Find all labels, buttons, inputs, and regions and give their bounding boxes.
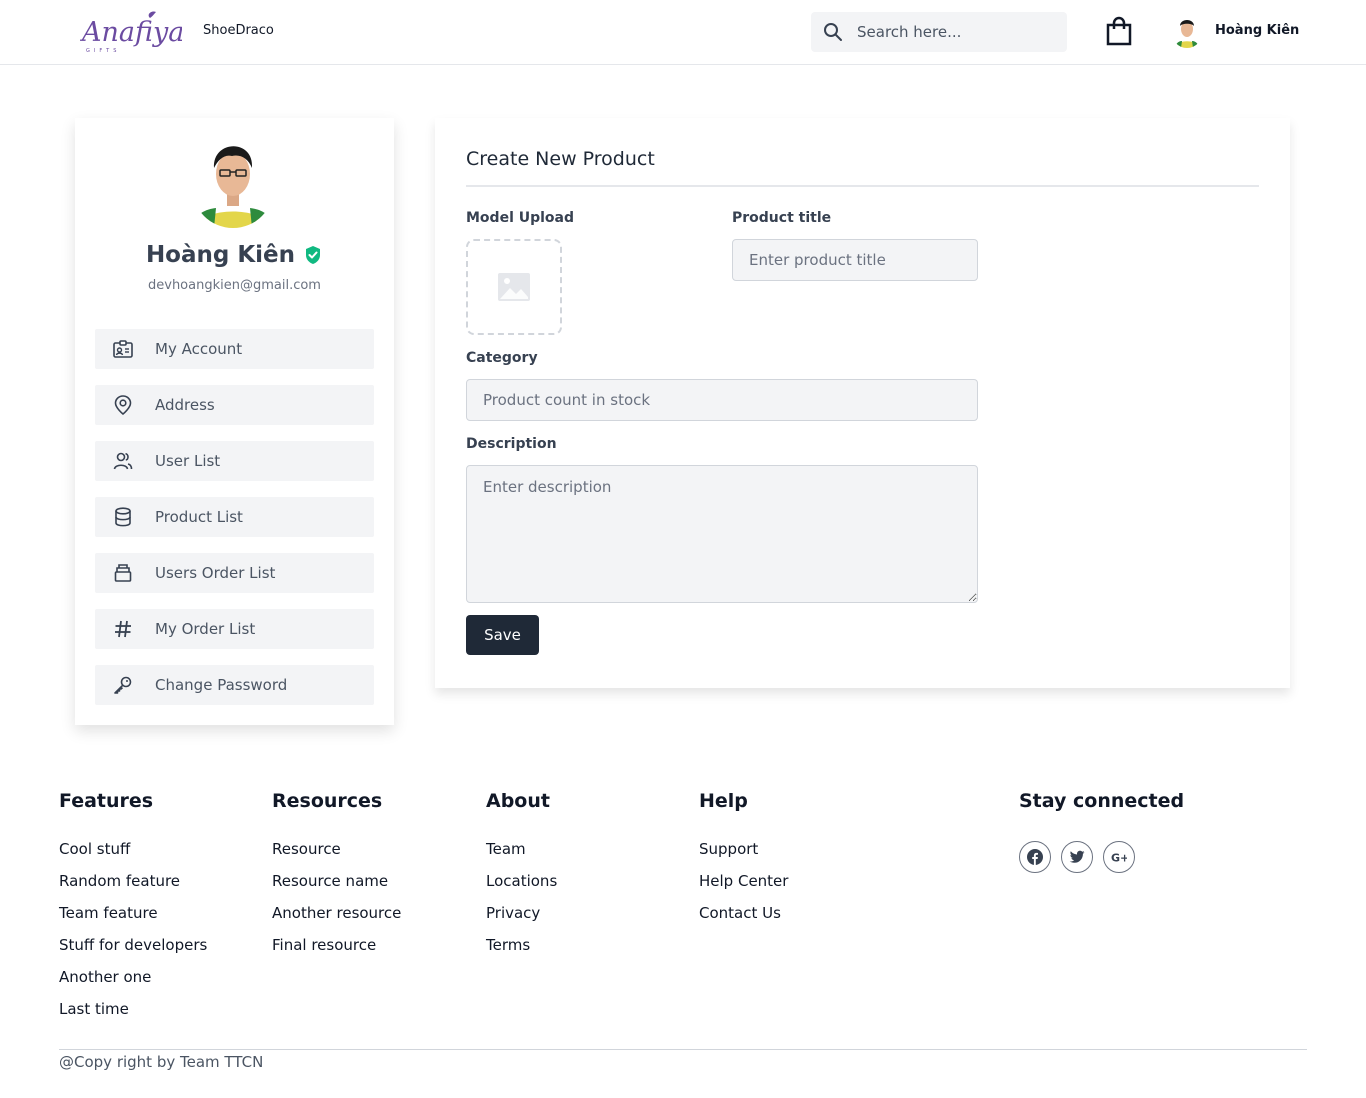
footer-link[interactable]: Cool stuff: [59, 839, 207, 871]
google-plus-icon: G+: [1111, 852, 1127, 865]
menu-item-my-order-list[interactable]: My Order List: [95, 609, 374, 649]
twitter-button[interactable]: [1061, 841, 1094, 873]
footer-link[interactable]: Team: [486, 839, 557, 871]
users-icon: [113, 452, 133, 470]
image-placeholder-icon: [498, 273, 530, 301]
description-label: Description: [466, 436, 557, 452]
id-card-icon: [113, 340, 133, 358]
menu-item-address[interactable]: Address: [95, 385, 374, 425]
archive-icon: [114, 564, 132, 582]
menu-item-label: Users Order List: [155, 564, 276, 582]
account-menu: My Account Address User List Product Lis…: [95, 329, 374, 721]
footer-heading: Resources: [272, 790, 383, 812]
key-icon: [114, 676, 132, 694]
footer-link[interactable]: Team feature: [59, 903, 207, 935]
product-title-input[interactable]: [732, 239, 978, 281]
footer-link[interactable]: Last time: [59, 999, 207, 1031]
copyright-text: @Copy right by Team TTCN: [59, 1053, 264, 1071]
profile-name-text: Hoàng Kiên: [145, 242, 296, 268]
footer-link[interactable]: Resource: [272, 839, 401, 871]
menu-item-my-account[interactable]: My Account: [95, 329, 374, 369]
footer-link[interactable]: Contact Us: [699, 903, 788, 935]
shopping-bag-icon[interactable]: [1105, 16, 1133, 46]
menu-item-label: User List: [155, 452, 221, 470]
footer-link[interactable]: Resource name: [272, 871, 401, 903]
footer-column-features: Features Cool stuff Random feature Team …: [59, 790, 207, 1031]
footer-link[interactable]: Final resource: [272, 935, 401, 967]
verified-badge-icon: [306, 246, 321, 264]
footer-link[interactable]: Another one: [59, 967, 207, 999]
menu-item-change-password[interactable]: Change Password: [95, 665, 374, 705]
footer-heading: Features: [59, 790, 154, 812]
menu-item-user-list[interactable]: User List: [95, 441, 374, 481]
header-avatar[interactable]: [1171, 14, 1203, 48]
product-title-label: Product title: [732, 210, 832, 226]
top-navbar: Anafiya GIFTS ShoeDraco Hoàng Kiên: [0, 0, 1366, 65]
footer-link[interactable]: Support: [699, 839, 788, 871]
header-user-name[interactable]: Hoàng Kiên: [1215, 23, 1299, 38]
database-icon: [115, 507, 131, 527]
description-textarea[interactable]: [466, 465, 978, 603]
profile-card: Hoàng Kiên devhoangkien@gmail.com My Acc…: [75, 118, 394, 725]
footer-link[interactable]: Random feature: [59, 871, 207, 903]
menu-item-label: Product List: [155, 508, 243, 526]
facebook-icon: [1027, 849, 1043, 865]
location-pin-icon: [114, 395, 132, 416]
footer-column-about: About Team Locations Privacy Terms: [486, 790, 557, 967]
footer-divider: [59, 1049, 1307, 1050]
search-icon: [824, 23, 842, 41]
svg-text:GIFTS: GIFTS: [86, 48, 120, 54]
footer-link[interactable]: Privacy: [486, 903, 557, 935]
footer-heading: About: [486, 790, 550, 812]
profile-email: devhoangkien@gmail.com: [148, 278, 321, 293]
menu-item-product-list[interactable]: Product List: [95, 497, 374, 537]
model-upload-label: Model Upload: [466, 210, 575, 226]
twitter-icon: [1069, 850, 1085, 863]
search-input[interactable]: [857, 12, 1057, 52]
menu-item-label: My Order List: [155, 620, 256, 638]
search-box[interactable]: [811, 12, 1067, 52]
footer-column-stay-connected: Stay connected: [1019, 790, 1184, 839]
category-input[interactable]: [466, 379, 978, 421]
menu-item-label: Change Password: [155, 676, 288, 694]
menu-item-label: Address: [155, 396, 215, 414]
social-links: G+: [1019, 841, 1140, 877]
category-label: Category: [466, 350, 538, 366]
hash-icon: [115, 620, 131, 638]
footer-heading: Help: [699, 790, 748, 812]
footer-column-resources: Resources Resource Resource name Another…: [272, 790, 401, 967]
footer-heading: Stay connected: [1019, 790, 1185, 812]
google-plus-button[interactable]: G+: [1103, 841, 1136, 873]
footer-link[interactable]: Stuff for developers: [59, 935, 207, 967]
create-product-form: Create New Product Model Upload Product …: [435, 118, 1290, 688]
model-upload-dropzone[interactable]: [466, 239, 562, 335]
form-divider: [466, 185, 1259, 187]
brand-name[interactable]: ShoeDraco: [203, 23, 274, 38]
save-button[interactable]: Save: [466, 615, 539, 655]
menu-item-label: My Account: [155, 340, 243, 358]
profile-name: Hoàng Kiên: [75, 242, 394, 268]
footer-column-help: Help Support Help Center Contact Us: [699, 790, 788, 935]
form-title: Create New Product: [466, 148, 655, 170]
footer-link[interactable]: Help Center: [699, 871, 788, 903]
profile-avatar: [192, 146, 274, 228]
facebook-button[interactable]: [1019, 841, 1051, 873]
svg-text:G+: G+: [1111, 852, 1127, 865]
svg-text:Anafiya: Anafiya: [80, 17, 182, 48]
footer-link[interactable]: Terms: [486, 935, 557, 967]
anafiya-logo[interactable]: Anafiya GIFTS: [80, 8, 182, 56]
footer-link[interactable]: Locations: [486, 871, 557, 903]
footer-link[interactable]: Another resource: [272, 903, 401, 935]
menu-item-users-order-list[interactable]: Users Order List: [95, 553, 374, 593]
